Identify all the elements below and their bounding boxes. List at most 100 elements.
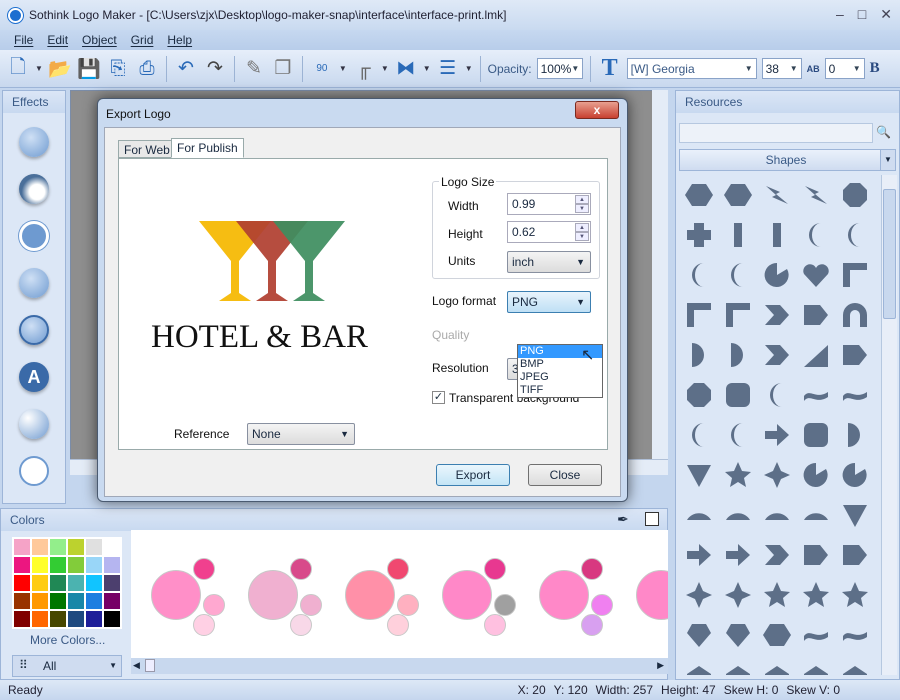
format-option-tiff[interactable]: TIFF [518, 384, 602, 397]
shape-pacman2-icon[interactable] [840, 460, 870, 490]
height-down[interactable]: ▼ [575, 232, 589, 241]
color-swatch[interactable] [103, 592, 121, 610]
shape-cross-icon[interactable] [684, 220, 714, 250]
shape-arrow2-icon[interactable] [723, 540, 753, 570]
color-swatch[interactable] [85, 556, 103, 574]
shape-rounded-rect-icon[interactable] [723, 380, 753, 410]
color-swatch[interactable] [31, 592, 49, 610]
effect-8[interactable] [19, 456, 49, 486]
color-swatch[interactable] [49, 610, 67, 628]
shape-house3-icon[interactable] [762, 660, 792, 675]
color-swatch[interactable] [13, 592, 31, 610]
shape-hexagon-wide-icon[interactable] [723, 180, 753, 210]
shape-star6-icon[interactable] [801, 580, 831, 610]
color-scheme[interactable] [636, 530, 668, 658]
shape-half-circle-icon[interactable] [684, 340, 714, 370]
new-icon[interactable]: 🗋 [6, 57, 30, 81]
color-swatch[interactable] [103, 556, 121, 574]
color-scheme[interactable] [248, 530, 348, 658]
shape-shield-tri-icon[interactable] [840, 500, 870, 530]
shape-bolt-icon[interactable] [762, 180, 792, 210]
shape-ramp-icon[interactable] [801, 340, 831, 370]
save-icon[interactable]: 💾 [77, 57, 101, 81]
bold-button[interactable]: B [870, 60, 880, 77]
color-scheme[interactable] [151, 530, 251, 658]
canvas-vertical-scrollbar[interactable] [652, 90, 668, 460]
more-colors-link[interactable]: More Colors... [30, 633, 105, 647]
color-scheme[interactable] [345, 530, 445, 658]
shape-pentagon-arrow-icon[interactable] [801, 300, 831, 330]
effect-5[interactable] [19, 315, 49, 345]
color-swatch[interactable] [85, 592, 103, 610]
shape-octagon-icon[interactable] [684, 380, 714, 410]
redo-icon[interactable]: ↷ [203, 57, 227, 81]
menu-file[interactable]: File [14, 33, 33, 47]
shape-corner-r-icon[interactable] [723, 300, 753, 330]
width-down[interactable]: ▼ [575, 204, 589, 213]
align-icon[interactable]: ╓ [352, 57, 376, 81]
tab-for-web[interactable]: For Web [118, 140, 176, 158]
font-select[interactable]: [W] Georgia ▼ [626, 58, 757, 79]
shape-house5-icon[interactable] [840, 660, 870, 675]
color-swatch[interactable] [85, 610, 103, 628]
color-swatch[interactable] [103, 574, 121, 592]
shape-arc-icon[interactable] [801, 220, 831, 250]
color-swatch[interactable] [49, 556, 67, 574]
resources-search-input[interactable] [679, 123, 873, 143]
transparent-checkbox[interactable]: ✓ [432, 391, 445, 404]
shape-moon-icon[interactable] [684, 260, 714, 290]
shape-house-icon[interactable] [684, 660, 714, 675]
reference-select[interactable]: None ▼ [247, 423, 355, 445]
format-option-jpeg[interactable]: JPEG [518, 371, 602, 384]
resources-category-select[interactable]: Shapes [679, 149, 893, 171]
effect-1[interactable] [19, 127, 49, 157]
shape-chevron2-icon[interactable] [762, 340, 792, 370]
shape-arrow4-icon[interactable] [801, 540, 831, 570]
effect-3[interactable] [19, 221, 49, 251]
eraser-icon[interactable]: ✎ [242, 57, 266, 81]
print-icon[interactable]: ⎙ [135, 57, 159, 81]
color-swatch[interactable] [49, 538, 67, 556]
shape-star8-icon[interactable] [723, 460, 753, 490]
menu-object[interactable]: Object [82, 33, 117, 47]
shape-tilde-icon[interactable] [801, 620, 831, 650]
effect-7[interactable] [19, 409, 49, 439]
color-swatch[interactable] [49, 574, 67, 592]
color-swatch[interactable] [13, 574, 31, 592]
shape-pill-v-icon[interactable] [723, 220, 753, 250]
color-scheme[interactable] [539, 530, 639, 658]
shape-wave-flag2-icon[interactable] [840, 380, 870, 410]
shape-bolt2-icon[interactable] [801, 180, 831, 210]
shape-arch-icon[interactable] [840, 300, 870, 330]
shape-star8b-icon[interactable] [840, 580, 870, 610]
color-swatch[interactable] [85, 538, 103, 556]
export-button[interactable]: Export [436, 464, 510, 486]
width-up[interactable]: ▲ [575, 195, 589, 204]
letter-spacing-select[interactable]: 0 ▼ [824, 58, 865, 79]
eyedropper-icon[interactable]: ✒ [617, 511, 629, 528]
height-input[interactable]: 0.62 ▲ ▼ [507, 221, 591, 243]
new-dropdown[interactable]: ▼ [35, 64, 43, 73]
shape-arrow5-icon[interactable] [840, 540, 870, 570]
menu-help[interactable]: Help [167, 33, 192, 47]
shape-chevron-icon[interactable] [762, 300, 792, 330]
shape-star4-icon[interactable] [762, 460, 792, 490]
shape-curve-shape-icon[interactable] [723, 420, 753, 450]
no-color-button[interactable] [645, 512, 659, 526]
shape-octagon-icon[interactable] [840, 180, 870, 210]
category-dropdown-arrow[interactable]: ▼ [880, 149, 896, 171]
color-swatch[interactable] [67, 592, 85, 610]
shape-quarter-icon[interactable] [840, 420, 870, 450]
effect-2[interactable] [19, 174, 49, 204]
menu-grid[interactable]: Grid [131, 33, 154, 47]
open-icon[interactable]: 📂 [48, 57, 72, 81]
shape-fan-icon[interactable] [684, 500, 714, 530]
shape-wave-flag-icon[interactable] [801, 380, 831, 410]
shape-arrow-icon[interactable] [684, 540, 714, 570]
shapes-scrollbar[interactable] [881, 175, 897, 675]
shape-arc-shape-icon[interactable] [684, 420, 714, 450]
effect-4[interactable] [19, 268, 49, 298]
shape-wave-icon[interactable] [840, 620, 870, 650]
shape-arrow-turn-icon[interactable] [762, 420, 792, 450]
font-size-select[interactable]: 38 ▼ [761, 58, 802, 79]
